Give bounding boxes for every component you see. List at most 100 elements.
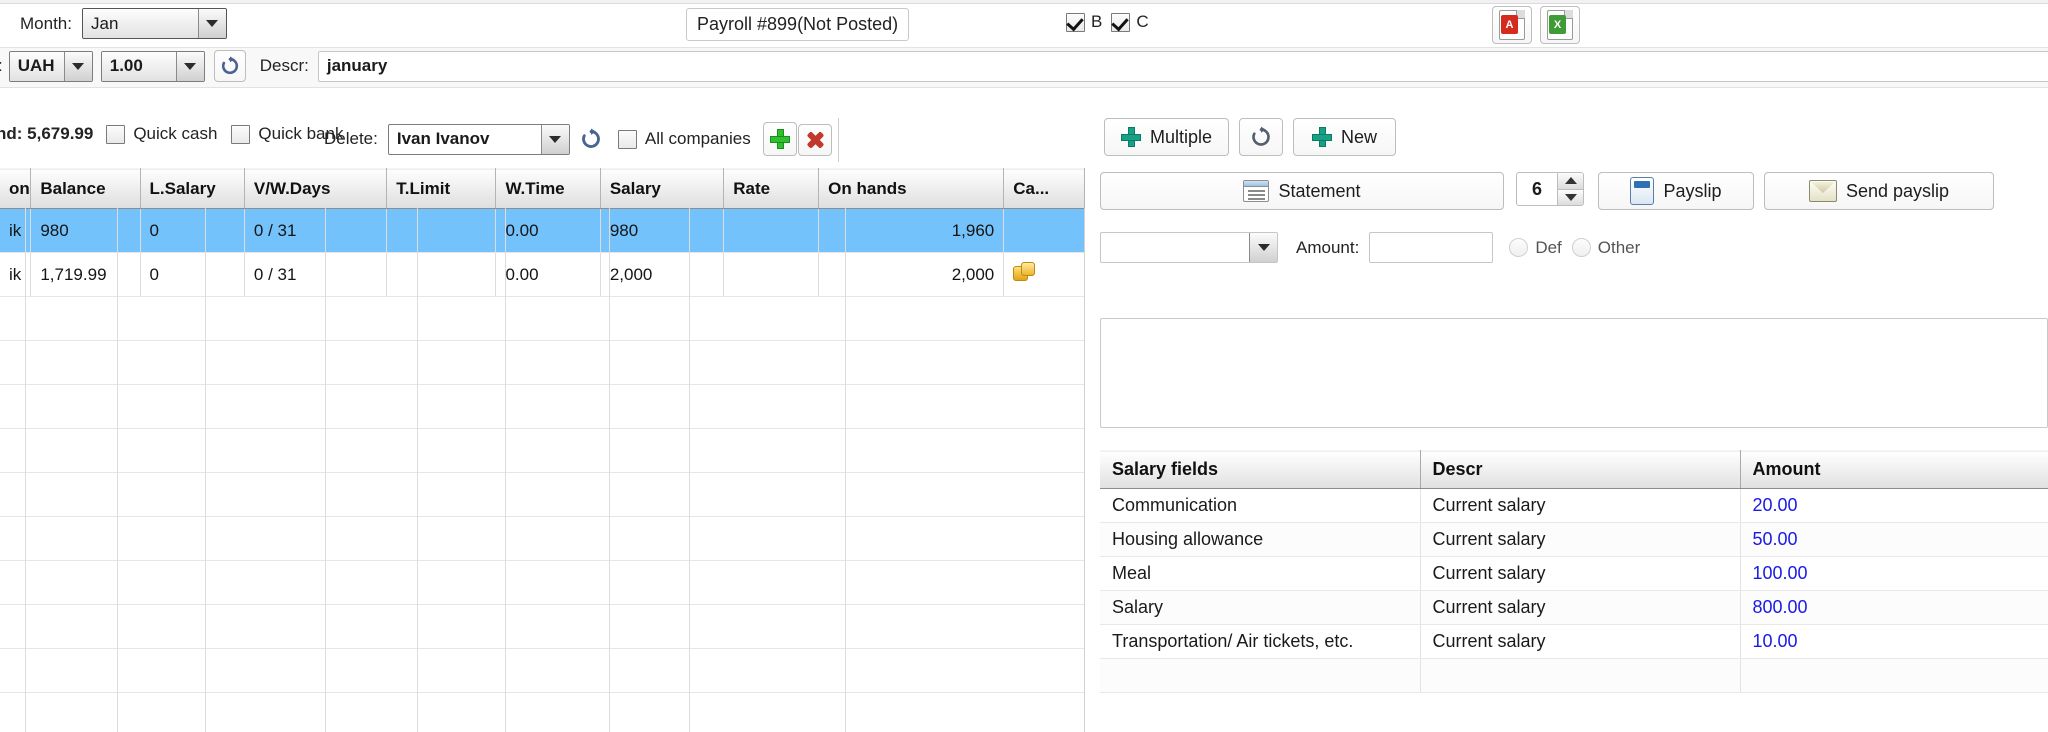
chevron-down-icon[interactable] [63,51,92,81]
empty-cell [0,340,1085,385]
table-row[interactable]: Housing allowance Current salary 50.00 [1100,522,2048,557]
checkbox-b[interactable] [1066,12,1085,32]
memo-textarea[interactable] [1100,318,2048,428]
payslip-button[interactable]: Payslip [1598,172,1754,210]
send-payslip-button[interactable]: Send payslip [1764,172,1994,210]
payslip-copies-stepper[interactable]: 6 [1516,172,1584,206]
cell-descr: Current salary [1420,522,1741,557]
def-radio[interactable] [1509,238,1529,257]
table-row[interactable]: Salary Current salary 800.00 [1100,590,2048,625]
stepper-arrows[interactable] [1557,173,1583,205]
xls-badge-label: X [1549,15,1566,34]
refresh-panel-button[interactable] [1239,118,1284,156]
table-row[interactable]: Transportation/ Air tickets, etc. Curren… [1100,624,2048,659]
refresh-rate-button[interactable] [213,50,246,82]
add-row-button[interactable] [762,122,797,156]
fund-and-quick-group: nd: 5,679.99 Quick cash Quick bank [0,124,343,144]
statement-icon [1243,180,1270,202]
col-header-tlimit[interactable]: T.Limit [386,168,497,209]
cell-balance: 1,719.99 [30,252,141,297]
cell-amount: 10.00 [1740,624,2048,659]
payroll-grid[interactable]: on Balance L.Salary V/W.Days T.Limit W.T… [0,168,1085,732]
chevron-down-icon[interactable] [1249,233,1277,262]
add-plus-icon [1312,127,1333,147]
col-header-descr[interactable]: Descr [1420,450,1741,489]
all-companies-checkbox[interactable] [617,129,637,149]
table-row[interactable]: Communication Current salary 20.00 [1100,488,2048,523]
salary-fields-body: Communication Current salary 20.00 Housi… [1100,488,2048,693]
employee-dropdown[interactable]: Ivan Ivanov [387,123,570,155]
table-row[interactable]: ik 980 0 0 / 31 0.00 980 1,960 [0,208,1085,253]
col-header-rate[interactable]: Rate [723,168,820,209]
table-row [0,340,1085,385]
quick-cash-checkbox[interactable] [106,124,126,144]
table-row [0,604,1085,649]
col-header-salary-fields[interactable]: Salary fields [1100,450,1421,489]
empty-cell [0,296,1085,341]
col-header-onhands[interactable]: On hands [818,168,1005,209]
exchange-rate-dropdown[interactable]: 1.00 [100,50,205,82]
statement-button[interactable]: Statement [1100,172,1504,210]
cell-descr: Current salary [1420,624,1741,659]
cell-vwdays: 0 / 31 [244,208,388,253]
cell-field: Housing allowance [1100,522,1421,557]
col-header-wtime[interactable]: W.Time [495,168,601,209]
month-field-group: Month: Jan [20,8,227,39]
cell-amount: 50.00 [1740,522,2048,557]
cell-amount: 800.00 [1740,590,2048,625]
cell-descr [1420,658,1741,693]
cell-on: ik [0,252,32,297]
currency-dropdown[interactable]: UAH [8,50,93,82]
cell-field: Communication [1100,488,1421,523]
chevron-down-icon[interactable] [540,124,569,154]
table-row [0,384,1085,429]
month-value: Jan [82,9,198,38]
table-row[interactable]: ik 1,719.99 0 0 / 31 0.00 2,000 2,000 [0,252,1085,297]
checkbox-c[interactable] [1111,12,1131,32]
amount-input[interactable] [1369,232,1494,263]
toolbar-separator [838,118,839,162]
salary-fields-grid[interactable]: Salary fields Descr Amount Communication… [1100,450,2048,732]
delete-label: Delete: [324,129,378,148]
col-header-on[interactable]: on [0,168,32,209]
salary-fields-table: Salary fields Descr Amount Communication… [1100,450,2048,693]
col-header-lsalary[interactable]: L.Salary [140,168,245,209]
cell-vwdays: 0 / 31 [244,252,388,297]
empty-cell [0,604,1085,649]
quick-bank-checkbox[interactable] [231,124,251,144]
other-radio[interactable] [1571,238,1591,257]
cell-wtime: 0.00 [495,252,601,297]
cell-tlimit [386,208,497,253]
cell-salary: 980 [600,208,725,253]
currency-value: UAH [9,51,64,81]
delete-x-icon [805,130,825,150]
chevron-down-icon[interactable] [197,9,226,38]
multiple-button[interactable]: Multiple [1104,118,1230,156]
table-row[interactable] [1100,658,2048,693]
table-row [0,428,1085,473]
col-header-ca[interactable]: Ca... [1003,168,1085,209]
col-header-salary[interactable]: Salary [600,168,725,209]
col-header-balance[interactable]: Balance [30,168,141,209]
month-dropdown[interactable]: Jan [81,8,227,39]
export-pdf-button[interactable]: A [1492,6,1532,44]
table-row[interactable]: Meal Current salary 100.00 [1100,556,2048,591]
col-header-vwdays[interactable]: V/W.Days [244,168,388,209]
delete-row-button[interactable] [798,124,832,156]
descr-input[interactable]: january [317,50,2048,82]
refresh-employees-button[interactable] [576,123,606,155]
stepper-down-icon[interactable] [1558,188,1583,205]
stepper-up-icon[interactable] [1558,173,1583,189]
table-row [0,560,1085,605]
type-dropdown[interactable] [1100,232,1278,263]
checkbox-b-label: B [1091,12,1103,31]
col-header-amount[interactable]: Amount [1740,450,2048,489]
chevron-down-icon[interactable] [175,51,204,81]
export-excel-button[interactable]: X [1540,6,1580,44]
exchange-rate-value: 1.00 [101,51,176,81]
salary-fields-header-row: Salary fields Descr Amount [1100,450,2048,489]
payslip-icon [1630,177,1655,205]
table-row [0,472,1085,517]
new-button[interactable]: New [1293,118,1397,156]
cell-field: Salary [1100,590,1421,625]
